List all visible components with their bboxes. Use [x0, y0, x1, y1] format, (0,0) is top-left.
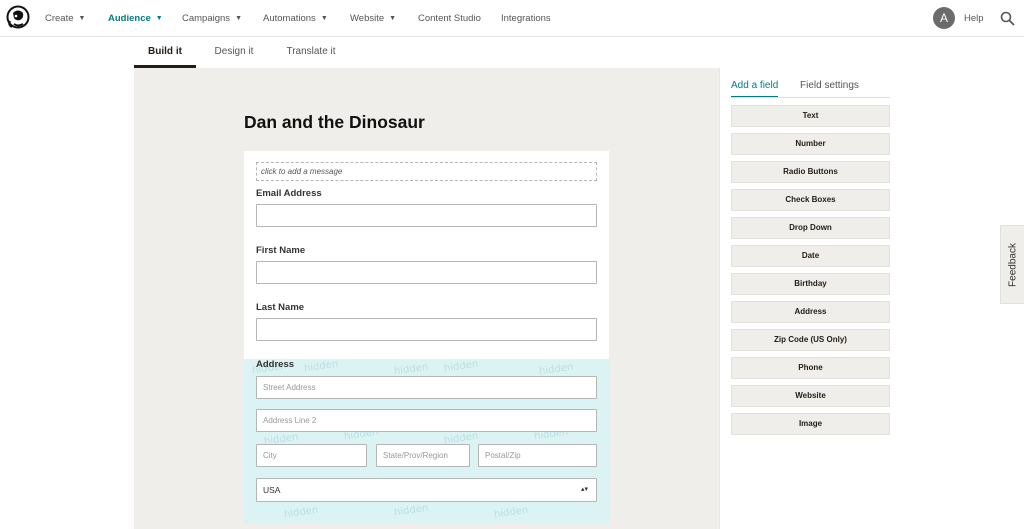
hidden-watermark: hidden [393, 502, 429, 519]
add-text-field-button[interactable]: Text [731, 105, 890, 127]
address-line2-field[interactable]: Address Line 2 [256, 409, 597, 432]
feedback-tab[interactable]: Feedback [1000, 225, 1024, 304]
add-image-button[interactable]: Image [731, 413, 890, 435]
hidden-watermark: hidden [283, 504, 319, 521]
chevron-down-icon: ▼ [235, 15, 242, 22]
panel-tab-divider [731, 97, 890, 98]
last-name-label: Last Name [256, 302, 305, 313]
street-address-field[interactable]: Street Address [256, 376, 597, 399]
state-field[interactable]: State/Prov/Region [376, 444, 470, 467]
nav-automations[interactable]: Automations ▼ [263, 0, 328, 37]
chevron-down-icon: ▼ [320, 15, 328, 22]
city-field[interactable]: City [256, 444, 367, 467]
hidden-watermark: hidden [393, 361, 429, 378]
hidden-watermark: hidden [303, 359, 339, 375]
add-check-boxes-button[interactable]: Check Boxes [731, 189, 890, 211]
builder-tabs: Build it Design it Translate it [0, 37, 1024, 68]
nav-website[interactable]: Website ▼ [350, 0, 396, 37]
tab-field-settings[interactable]: Field settings [800, 80, 859, 98]
chevron-down-icon: ▼ [155, 15, 163, 22]
tab-design-it[interactable]: Design it [205, 37, 263, 68]
help-link[interactable]: Help [964, 0, 984, 37]
add-address-button[interactable]: Address [731, 301, 890, 323]
nav-website-label: Website [350, 13, 385, 24]
nav-integrations[interactable]: Integrations [501, 0, 551, 37]
feedback-label: Feedback [1007, 242, 1018, 287]
mailchimp-freddie-icon[interactable] [6, 5, 30, 31]
first-name-field[interactable] [256, 261, 597, 284]
tab-add-a-field[interactable]: Add a field [731, 80, 779, 98]
tab-build-it[interactable]: Build it [134, 37, 196, 68]
email-field[interactable] [256, 204, 597, 227]
nav-audience-label: Audience [108, 13, 151, 24]
select-arrows-icon: ▴▾ [580, 486, 588, 493]
email-label: Email Address [256, 188, 322, 199]
nav-campaigns[interactable]: Campaigns ▼ [182, 0, 242, 37]
nav-create[interactable]: Create ▼ [45, 0, 85, 37]
add-message-area[interactable]: click to add a message [256, 162, 597, 181]
add-website-button[interactable]: Website [731, 385, 890, 407]
add-date-button[interactable]: Date [731, 245, 890, 267]
hidden-watermark: hidden [493, 504, 529, 521]
add-zip-code-button[interactable]: Zip Code (US Only) [731, 329, 890, 351]
country-value: USA [263, 485, 281, 495]
tab-translate-it[interactable]: Translate it [278, 37, 344, 68]
form-title[interactable]: Dan and the Dinosaur [244, 112, 425, 133]
last-name-field[interactable] [256, 318, 597, 341]
top-navigation: Create ▼ Audience ▼ Campaigns ▼ Automations… [0, 0, 1024, 37]
nav-campaigns-label: Campaigns [182, 13, 231, 24]
add-phone-button[interactable]: Phone [731, 357, 890, 379]
nav-create-label: Create [45, 13, 74, 24]
nav-content-studio[interactable]: Content Studio [418, 0, 481, 37]
add-radio-buttons-button[interactable]: Radio Buttons [731, 161, 890, 183]
search-icon[interactable] [1000, 11, 1015, 26]
country-select[interactable]: USA ▴▾ [256, 478, 597, 502]
nav-audience[interactable]: Audience ▼ [108, 0, 163, 37]
first-name-label: First Name [256, 245, 306, 256]
add-birthday-button[interactable]: Birthday [731, 273, 890, 295]
zip-field[interactable]: Postal/Zip [478, 444, 597, 467]
chevron-down-icon: ▼ [78, 15, 86, 22]
add-number-field-button[interactable]: Number [731, 133, 890, 155]
address-label: Address [256, 359, 295, 370]
nav-automations-label: Automations [263, 13, 316, 24]
chevron-down-icon: ▼ [389, 15, 397, 22]
hidden-watermark: hidden [443, 359, 479, 375]
hidden-watermark: hidden [538, 361, 574, 378]
avatar[interactable]: A [933, 7, 955, 29]
add-drop-down-button[interactable]: Drop Down [731, 217, 890, 239]
